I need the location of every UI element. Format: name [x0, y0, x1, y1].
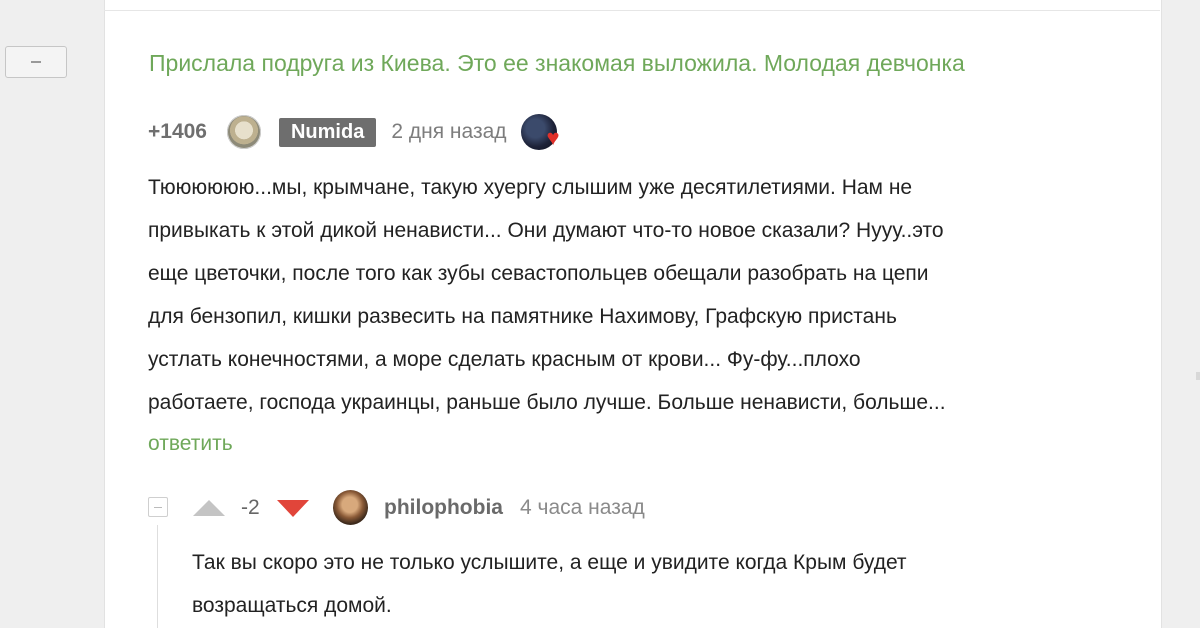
comment-rating: +1406: [148, 120, 207, 143]
comment-line: еще цветочки, после того как зубы севаст…: [148, 262, 929, 285]
reply-line: возращаться домой.: [192, 594, 392, 617]
reply-link[interactable]: ответить: [148, 432, 233, 456]
minus-icon: [31, 61, 41, 63]
divider: [104, 10, 1160, 11]
comment-line: привыкать к этой дикой ненависти... Они …: [148, 219, 944, 242]
comment-line: Тюююююю...мы, крымчане, такую хуергу слы…: [148, 176, 913, 199]
reply-line: Так вы скоро это не только услышите, а е…: [192, 551, 907, 574]
reply-username[interactable]: philophobia: [384, 496, 503, 520]
reply-body: Так вы скоро это не только услышите, а е…: [192, 541, 1132, 627]
comment-meta: +1406 Numida 2 дня назад ♥: [148, 114, 560, 150]
avatar[interactable]: [333, 490, 368, 525]
reply-score: -2: [241, 496, 260, 519]
heart-award-icon[interactable]: ♥: [520, 114, 560, 150]
minus-icon: [154, 506, 162, 508]
heart-icon: ♥: [546, 125, 560, 150]
reply-time: 4 часа назад: [520, 496, 645, 519]
avatar[interactable]: [226, 115, 261, 149]
username-badge[interactable]: Numida: [278, 117, 377, 147]
scrollbar-thumb[interactable]: [1196, 372, 1200, 380]
collapse-thread-button[interactable]: [5, 46, 67, 78]
thread-line[interactable]: [157, 525, 158, 628]
triangle-down-icon[interactable]: [277, 500, 309, 517]
comment-line: работаете, господа украинцы, раньше было…: [148, 391, 946, 414]
comment-body: Тюююююю...мы, крымчане, такую хуергу слы…: [148, 166, 1133, 424]
post-title-link[interactable]: Прислала подруга из Киева. Это ее знаком…: [149, 50, 965, 77]
collapse-reply-button[interactable]: [148, 497, 168, 517]
comment-line: для бензопил, кишки развесить на памятни…: [148, 305, 897, 328]
comment-time: 2 дня назад: [391, 120, 507, 143]
triangle-up-icon[interactable]: [193, 500, 225, 516]
comment-line: устлать конечностями, а море сделать кра…: [148, 348, 861, 371]
